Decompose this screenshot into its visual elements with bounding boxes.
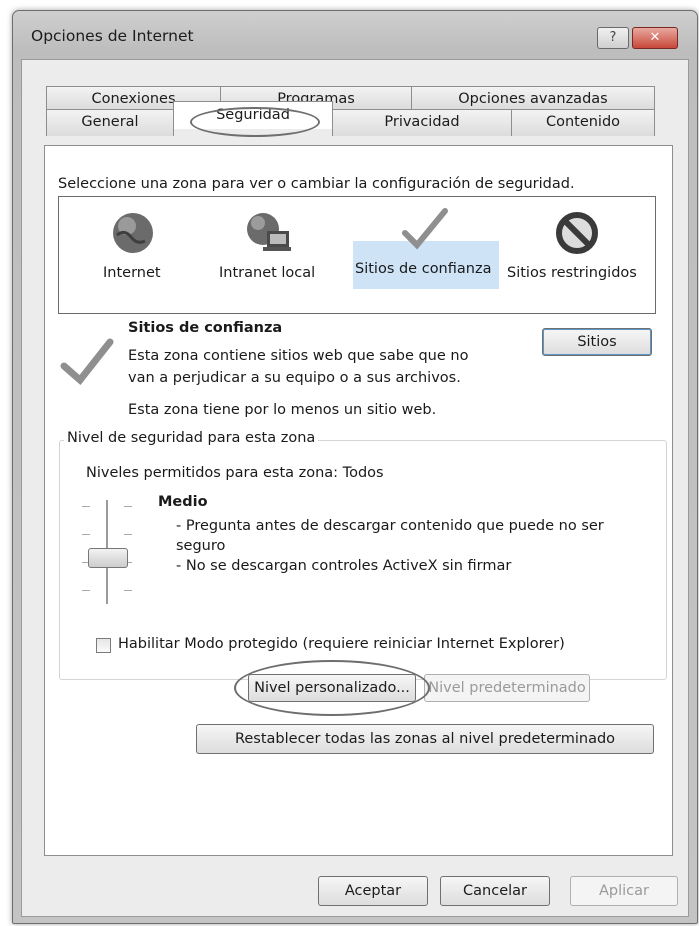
- zone-label: Sitios de confianza: [355, 261, 492, 277]
- protected-mode-label[interactable]: Habilitar Modo protegido (requiere reini…: [118, 636, 565, 652]
- tab-general[interactable]: General: [46, 109, 174, 136]
- annotation-ring-custom-level: [234, 660, 430, 716]
- level-name: Medio: [158, 494, 208, 510]
- ok-button[interactable]: Aceptar: [318, 876, 428, 906]
- globe-icon: [113, 213, 153, 253]
- zone-sitios-restringidos[interactable]: Sitios restringidos: [505, 203, 655, 303]
- zone-internet[interactable]: Internet: [89, 203, 179, 303]
- level-group-title: Nivel de seguridad para esta zona: [64, 430, 319, 446]
- help-button[interactable]: ?: [597, 27, 629, 49]
- apply-button[interactable]: Aplicar: [570, 876, 678, 906]
- prohibited-icon: [556, 212, 598, 254]
- zone-list: Internet Intranet local Sitios de confia…: [58, 196, 656, 314]
- window-title: Opciones de Internet: [31, 27, 194, 45]
- zone-intranet-local[interactable]: Intranet local: [209, 203, 329, 303]
- security-level-slider[interactable]: [78, 496, 138, 612]
- title-bar[interactable]: Opciones de Internet ? ✕: [13, 11, 697, 59]
- protected-mode-checkbox[interactable]: [96, 638, 111, 653]
- level-description-line1: - Pregunta antes de descargar contenido …: [176, 518, 604, 534]
- checkmark-icon: [60, 338, 114, 386]
- intranet-icon: [247, 213, 291, 251]
- close-button[interactable]: ✕: [632, 27, 678, 49]
- default-level-button[interactable]: Nivel predeterminado: [424, 674, 590, 702]
- zone-label: Sitios restringidos: [507, 265, 637, 281]
- zone-title: Sitios de confianza: [128, 320, 283, 336]
- level-description-line2: seguro: [176, 538, 226, 554]
- annotation-ring-tab: [190, 107, 320, 137]
- checkmark-icon: [402, 208, 448, 250]
- tab-opciones-avanzadas[interactable]: Opciones avanzadas: [411, 86, 655, 110]
- cancel-button[interactable]: Cancelar: [440, 876, 550, 906]
- zones-prompt: Seleccione una zona para ver o cambiar l…: [58, 176, 575, 192]
- tab-contenido[interactable]: Contenido: [511, 109, 655, 136]
- zone-note: Esta zona tiene por lo menos un sitio we…: [128, 402, 437, 418]
- allowed-levels: Niveles permitidos para esta zona: Todos: [86, 465, 384, 481]
- zone-description-line2: van a perjudicar a su equipo o a sus arc…: [128, 370, 461, 386]
- slider-thumb[interactable]: [88, 548, 128, 568]
- zone-label: Internet: [103, 265, 161, 281]
- zone-sitios-de-confianza[interactable]: Sitios de confianza: [353, 208, 499, 289]
- tab-privacidad[interactable]: Privacidad: [332, 109, 512, 136]
- zone-description-line1: Esta zona contiene sitios web que sabe q…: [128, 348, 469, 364]
- reset-all-zones-button[interactable]: Restablecer todas las zonas al nivel pre…: [196, 724, 654, 754]
- zone-label: Intranet local: [219, 265, 316, 281]
- sites-button[interactable]: Sitios: [542, 328, 652, 356]
- level-description-line3: - No se descargan controles ActiveX sin …: [176, 558, 512, 574]
